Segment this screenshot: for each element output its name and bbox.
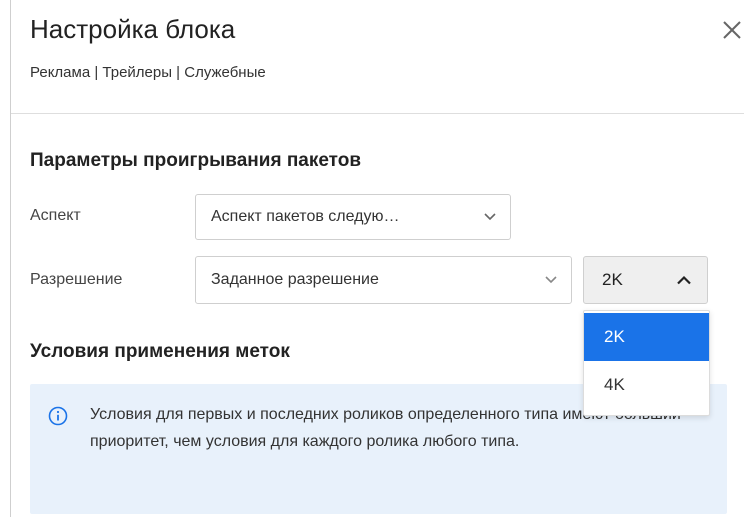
playback-section-title: Параметры проигрывания пакетов	[30, 150, 362, 171]
info-icon	[48, 406, 68, 426]
panel-breadcrumb: Реклама | Трейлеры | Служебные	[30, 64, 266, 81]
marks-section-title: Условия применения меток	[30, 341, 290, 362]
resolution-mode-select[interactable]: Заданное разрешение	[195, 256, 572, 304]
aspect-select[interactable]: Аспект пакетов следую…	[195, 194, 511, 240]
dropdown-option-2k[interactable]: 2K	[584, 313, 709, 361]
aspect-label: Аспект	[30, 207, 81, 224]
resolution-mode-value: Заданное разрешение	[211, 271, 379, 288]
dropdown-option-label: 2K	[604, 327, 625, 346]
aspect-select-value: Аспект пакетов следую…	[211, 208, 400, 225]
header-divider	[11, 113, 744, 114]
resolution-label: Разрешение	[30, 271, 123, 288]
close-icon	[723, 21, 741, 39]
resolution-size-select[interactable]: 2K	[583, 256, 708, 304]
resolution-size-value: 2K	[602, 270, 623, 289]
dropdown-option-4k[interactable]: 4K	[584, 361, 709, 409]
dropdown-option-label: 4K	[604, 375, 625, 394]
chevron-up-icon	[677, 275, 691, 285]
resolution-dropdown-menu: 2K 4K	[583, 310, 710, 416]
close-button[interactable]	[720, 14, 744, 44]
chevron-down-icon	[484, 213, 496, 221]
panel-header: Настройка блока Реклама | Трейлеры | Слу…	[30, 0, 744, 113]
panel-title: Настройка блока	[30, 14, 236, 44]
panel-left-border	[10, 0, 11, 517]
chevron-down-icon	[545, 276, 557, 284]
